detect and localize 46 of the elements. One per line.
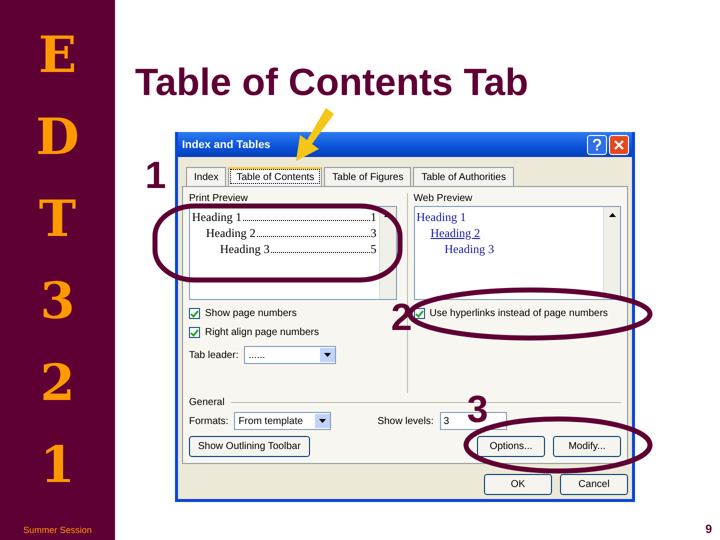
sidebar-letter: 1	[40, 435, 75, 496]
dropdown-arrow-icon	[319, 419, 326, 423]
sidebar-letter: 3	[40, 271, 75, 332]
tab[interactable]: Table of Figures	[324, 167, 412, 186]
formats-dropdown[interactable]: From template	[234, 412, 332, 430]
toc-entry: Heading 1 1	[192, 209, 376, 225]
checkbox-label: Right align page numbers	[205, 327, 319, 338]
checkbox-label: Use hyperlinks instead of page numbers	[430, 308, 608, 319]
field-label: Show levels:	[377, 416, 434, 426]
question-mark-icon	[593, 138, 601, 150]
dialog-button[interactable]: Modify...	[553, 436, 621, 457]
toc-entry: Heading 2 3	[205, 225, 376, 241]
tab[interactable]: Index	[186, 167, 226, 186]
dropdown-arrow-icon	[324, 353, 332, 357]
field-label: Tab leader:	[189, 350, 238, 360]
sidebar-letter: D	[36, 107, 80, 168]
dialog-button[interactable]: OK	[484, 474, 552, 495]
help-button[interactable]	[587, 134, 607, 154]
sidebar-letter: 2	[40, 353, 75, 414]
checkbox[interactable]	[189, 327, 200, 338]
callout-number: 2	[391, 298, 412, 338]
slide-title: Table of Contents Tab	[135, 61, 530, 106]
checkbox-label: Show page numbers	[205, 308, 297, 319]
scroll-up-icon[interactable]	[608, 213, 616, 217]
close-icon	[614, 140, 624, 150]
page-number: 9	[705, 522, 712, 536]
scrollbar[interactable]	[603, 207, 620, 299]
dialog-button[interactable]: Show Outlining Toolbar	[189, 436, 310, 457]
group-label: General	[189, 397, 225, 408]
tab[interactable]: Table of Contents	[228, 167, 322, 186]
close-button[interactable]	[609, 134, 629, 154]
field-label: Formats:	[189, 416, 228, 426]
toc-entry: Heading 3 5	[219, 241, 376, 257]
dialog-button[interactable]: Options...	[477, 436, 545, 457]
preview-label: Web Preview	[414, 193, 474, 204]
pointer-arrow	[296, 108, 334, 161]
sidebar-letter: T	[38, 189, 76, 250]
preview-label: Print Preview	[189, 193, 249, 204]
dialog-button[interactable]: Cancel	[560, 474, 628, 495]
callout-number: 1	[145, 156, 166, 196]
tab-leader-dropdown[interactable]: ......	[244, 346, 336, 364]
tab[interactable]: Table of Authorities	[413, 167, 514, 186]
sidebar-letter: E	[38, 25, 77, 86]
checkbox[interactable]	[189, 308, 200, 319]
sidebar-footer: Summer Session	[23, 525, 92, 535]
window-title: Index and Tables	[182, 138, 272, 150]
